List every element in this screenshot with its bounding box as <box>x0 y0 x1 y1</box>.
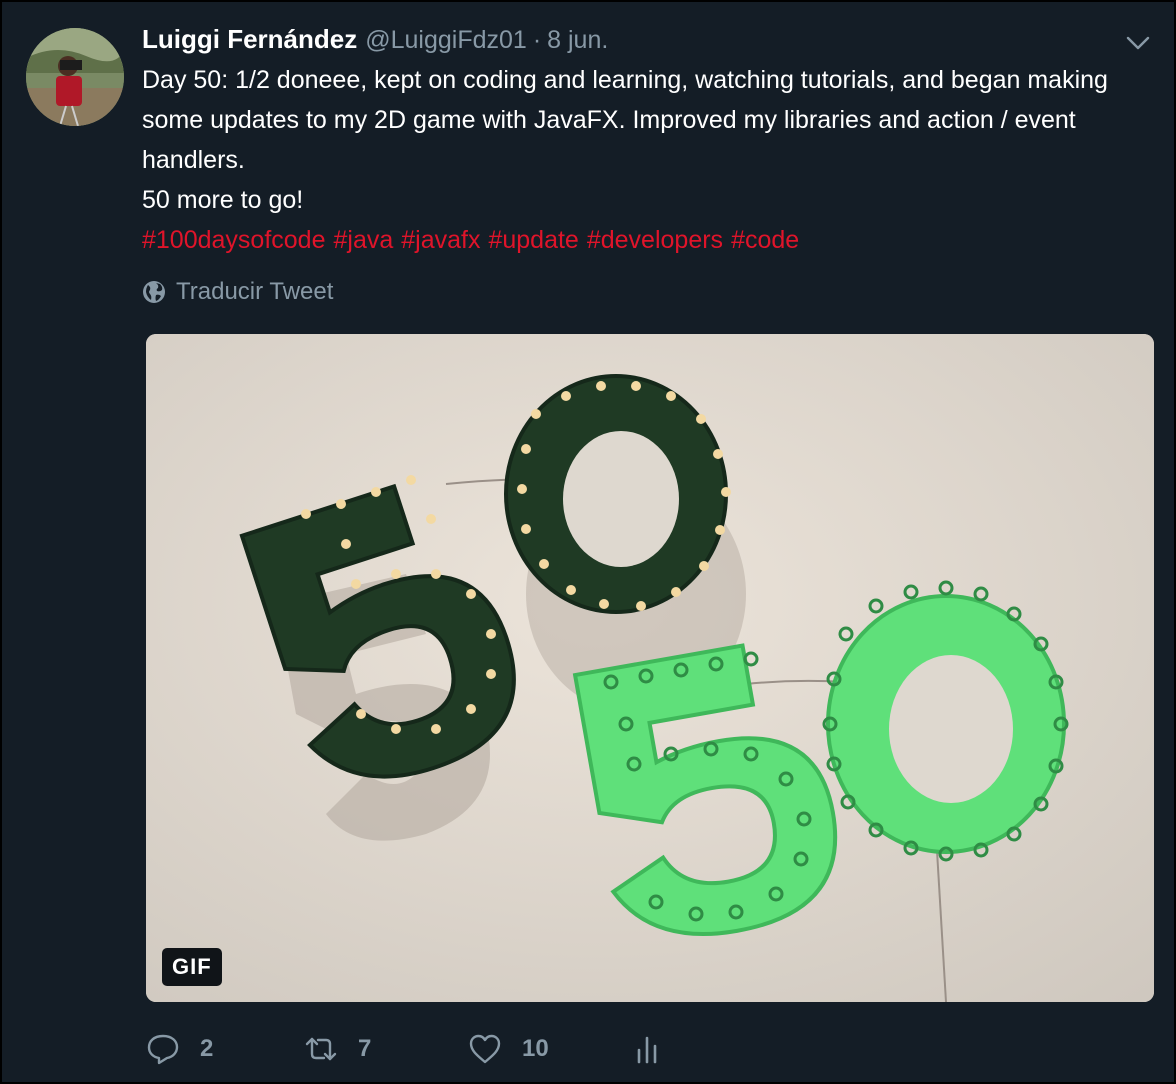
tweet-media-gif[interactable]: GIF <box>146 334 1154 1002</box>
translate-label: Traducir Tweet <box>176 278 334 305</box>
hashtag-link[interactable]: #java <box>333 226 393 254</box>
hashtag-list: #100daysofcode #java #javafx #update #develo… <box>142 220 1152 260</box>
retweet-count: 7 <box>358 1035 372 1062</box>
retweet-button[interactable]: 7 <box>304 1026 371 1072</box>
author-name[interactable]: Luiggi Fernández <box>142 24 357 55</box>
avatar[interactable] <box>26 28 124 126</box>
tweet-text-line: Day 50: 1/2 doneee, kept on coding and l… <box>142 66 1108 174</box>
translate-tweet-link[interactable]: Traducir Tweet <box>142 276 333 308</box>
retweet-icon <box>305 1037 337 1061</box>
chevron-down-icon[interactable] <box>1124 32 1152 54</box>
like-button[interactable]: 10 <box>468 1026 549 1072</box>
author-handle[interactable]: @LuiggiFdz01 <box>365 26 527 55</box>
header-separator: · <box>532 26 542 54</box>
tweet-card[interactable]: Luiggi Fernández @LuiggiFdz01 · 8 jun. D… <box>2 2 1174 1082</box>
tweet-date[interactable]: 8 jun. <box>547 26 608 55</box>
heart-icon <box>469 1034 501 1064</box>
marquee-50-image <box>146 334 1154 1002</box>
tweet-actions: 2 7 10 <box>142 1026 1142 1072</box>
globe-icon <box>143 281 165 303</box>
analytics-icon <box>637 1036 657 1064</box>
tweet-text: Day 50: 1/2 doneee, kept on coding and l… <box>142 60 1152 260</box>
hashtag-link[interactable]: #100daysofcode <box>142 226 325 254</box>
reply-count: 2 <box>200 1035 214 1062</box>
tweet-header: Luiggi Fernández @LuiggiFdz01 · 8 jun. <box>142 24 608 58</box>
reply-button[interactable]: 2 <box>146 1026 213 1072</box>
hashtag-link[interactable]: #developers <box>587 226 723 254</box>
reply-icon <box>147 1034 179 1065</box>
gif-badge: GIF <box>162 948 222 986</box>
hashtag-link[interactable]: #code <box>731 226 799 254</box>
hashtag-link[interactable]: #update <box>488 226 578 254</box>
analytics-button[interactable] <box>630 1026 684 1072</box>
tweet-text-line: 50 more to go! <box>142 186 304 214</box>
like-count: 10 <box>522 1035 549 1062</box>
hashtag-link[interactable]: #javafx <box>401 226 480 254</box>
